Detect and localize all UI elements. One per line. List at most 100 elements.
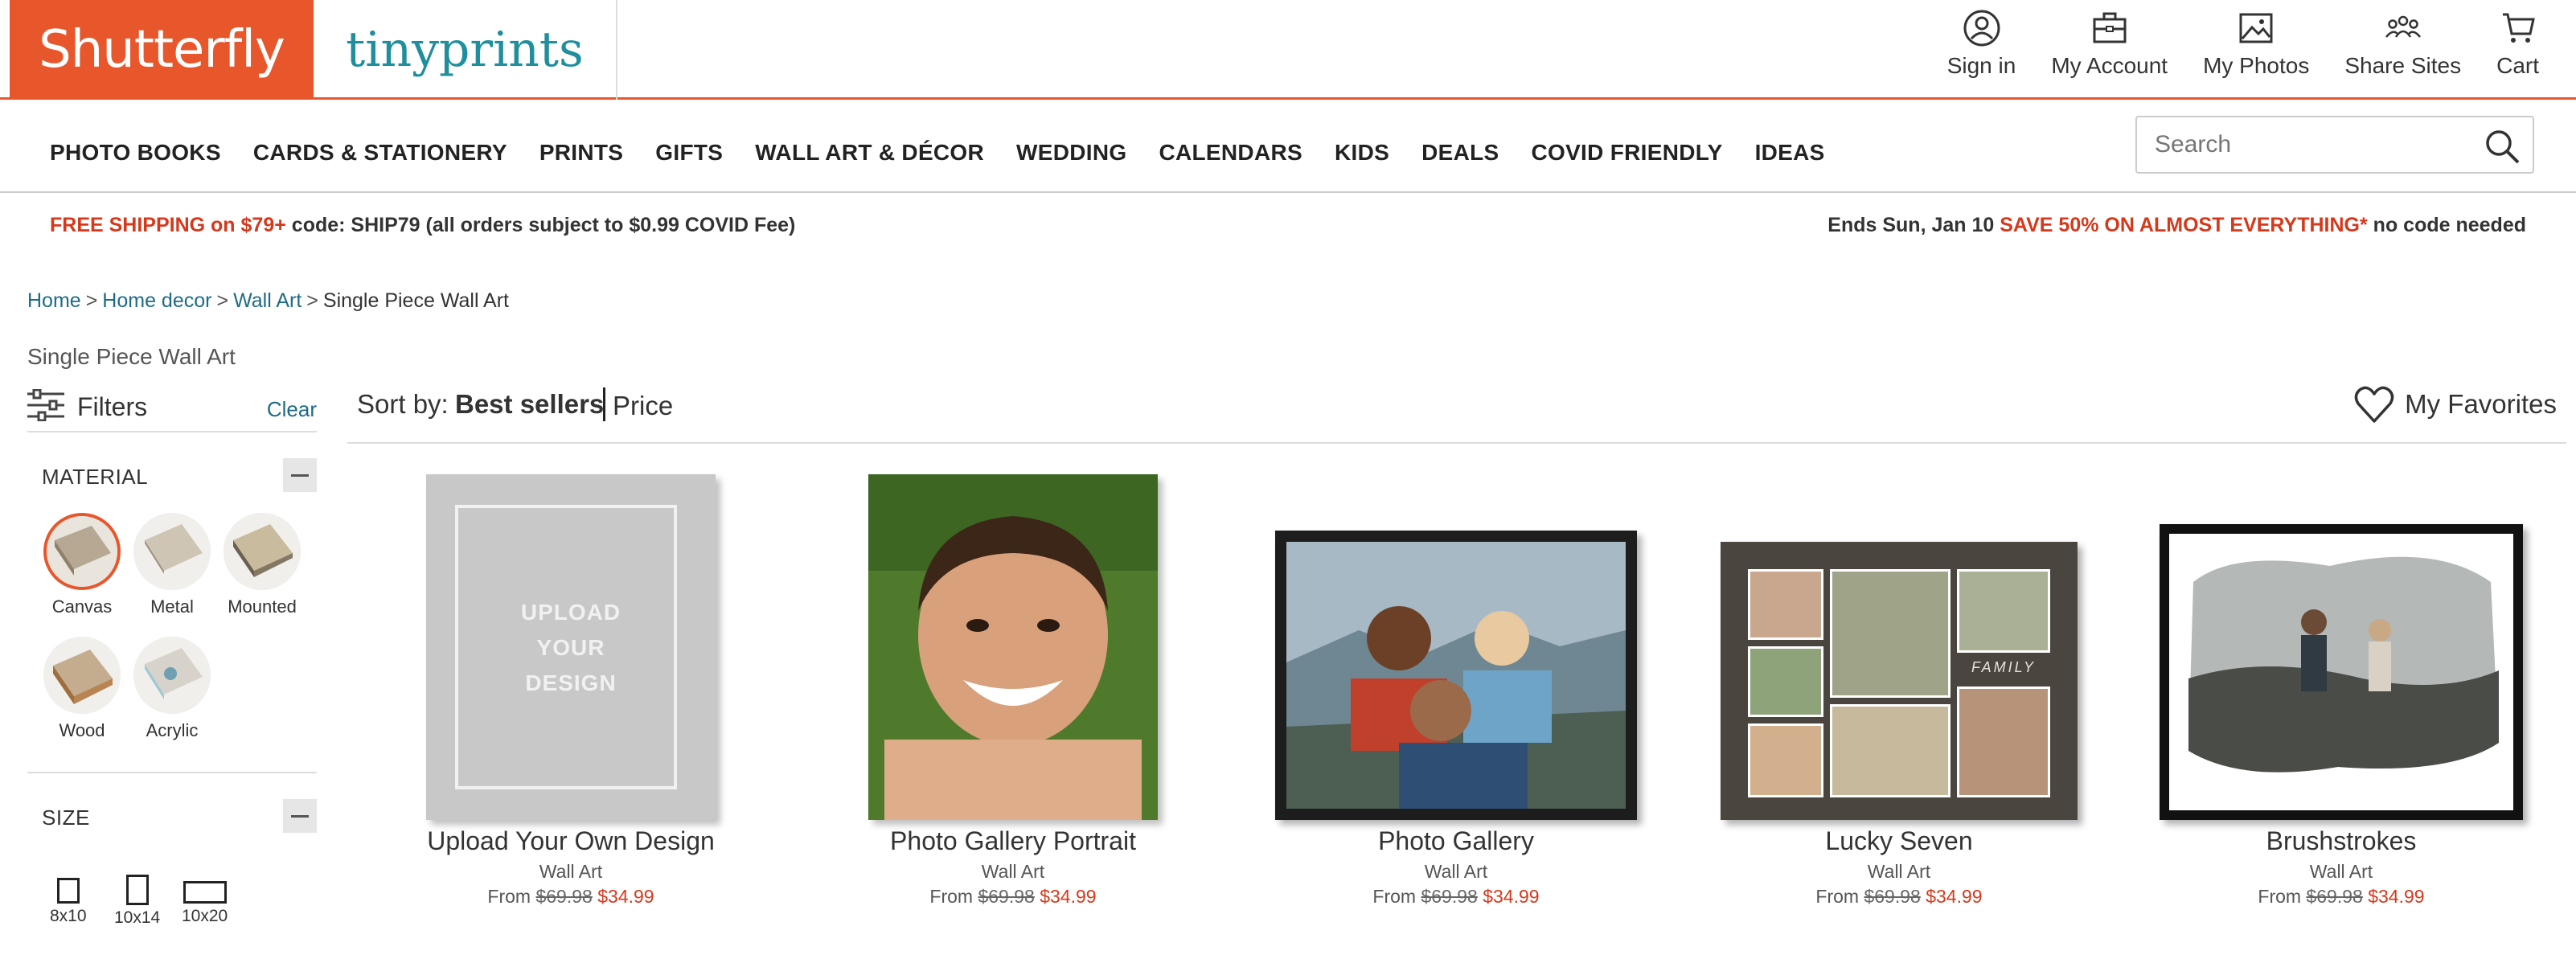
share-sites-link[interactable]: Share Sites: [2327, 8, 2479, 79]
size-10x14-label: 10x14: [114, 908, 161, 927]
shipping-promo[interactable]: FREE SHIPPING on $79+ code: SHIP79 (all …: [50, 214, 795, 237]
acrylic-swatch: [133, 637, 211, 714]
filters-label[interactable]: Filters: [77, 392, 147, 422]
wood-swatch: [43, 637, 121, 714]
cart-link[interactable]: Cart: [2479, 8, 2557, 79]
shutterfly-logo[interactable]: Shutterfly: [10, 0, 314, 100]
nav-gifts[interactable]: GIFTS: [655, 140, 723, 166]
canvas-swatch: [43, 513, 121, 590]
sale-suffix: no code needed: [2367, 214, 2526, 236]
sliders-icon[interactable]: [27, 389, 64, 421]
nav-wedding[interactable]: WEDDING: [1016, 140, 1126, 166]
product-image-link[interactable]: [2132, 450, 2550, 820]
product-name[interactable]: Lucky Seven: [1690, 826, 2108, 856]
original-price: $69.98: [978, 886, 1035, 907]
cart-label: Cart: [2496, 53, 2539, 78]
material-wood[interactable]: Wood: [42, 637, 122, 741]
share-sites-label: Share Sites: [2344, 53, 2462, 78]
material-canvas[interactable]: Canvas: [42, 513, 122, 617]
product-name[interactable]: Photo Gallery Portrait: [804, 826, 1222, 856]
upload-word: UPLOAD: [520, 600, 621, 625]
product-image-link[interactable]: UPLOAD YOUR DESIGN: [362, 450, 780, 820]
nav-cards-stationery[interactable]: CARDS & STATIONERY: [253, 140, 507, 166]
mounted-swatch: [224, 513, 301, 590]
collage-photo: [1748, 723, 1823, 797]
nav-photo-books[interactable]: PHOTO BOOKS: [50, 140, 221, 166]
clear-filters-link[interactable]: Clear: [267, 397, 317, 422]
sort-best-sellers[interactable]: Best sellers: [455, 389, 604, 420]
sort-price[interactable]: Price: [613, 391, 673, 421]
my-account-link[interactable]: My Account: [2033, 8, 2185, 79]
my-photos-label: My Photos: [2203, 53, 2310, 78]
material-metal[interactable]: Metal: [132, 513, 212, 617]
nav-covid-friendly[interactable]: COVID FRIENDLY: [1531, 140, 1722, 166]
nav-kids[interactable]: KIDS: [1335, 140, 1389, 166]
material-acrylic-label: Acrylic: [146, 720, 199, 740]
price-from: From: [2258, 886, 2302, 907]
nav-wall-art-decor[interactable]: WALL ART & DÉCOR: [755, 140, 984, 166]
collage-photo: [1957, 569, 2050, 653]
size-10x20-label: 10x20: [182, 907, 228, 925]
photo-gallery-image: [1275, 531, 1637, 820]
breadcrumb-home-decor[interactable]: Home decor: [102, 289, 211, 312]
size-10x20[interactable]: 10x20: [182, 881, 228, 926]
lucky-seven-image: FAMILY: [1721, 542, 2078, 820]
product-price: From $69.98 $34.99: [1690, 886, 2108, 908]
breadcrumb-separator: >: [216, 289, 229, 312]
size-8x10[interactable]: 8x10: [50, 878, 87, 926]
product-image-link[interactable]: [1247, 450, 1665, 820]
product-image-link[interactable]: [804, 450, 1222, 820]
original-price: $69.98: [1421, 886, 1478, 907]
product-card: Photo Gallery Portrait Wall Art From $69…: [804, 450, 1222, 908]
upload-word: YOUR: [536, 635, 605, 660]
upload-word: DESIGN: [525, 670, 617, 695]
brushstrokes-image: [2160, 524, 2523, 820]
photo-gallery-portrait-image: [868, 474, 1158, 820]
material-collapse-button[interactable]: [283, 458, 317, 492]
material-wood-label: Wood: [59, 720, 105, 740]
sale-end-date: Ends Sun, Jan 10: [1827, 214, 2000, 236]
category-nav: PHOTO BOOKS CARDS & STATIONERY PRINTS GI…: [0, 113, 2576, 193]
material-acrylic[interactable]: Acrylic: [132, 637, 212, 741]
nav-prints[interactable]: PRINTS: [539, 140, 623, 166]
breadcrumb-wall-art[interactable]: Wall Art: [233, 289, 301, 312]
sale-promo[interactable]: Ends Sun, Jan 10 SAVE 50% ON ALMOST EVER…: [1827, 214, 2526, 237]
heart-icon: [2354, 386, 2394, 423]
size-8x10-shape: [56, 878, 80, 904]
product-name[interactable]: Photo Gallery: [1247, 826, 1665, 856]
breadcrumb: Home > Home decor > Wall Art > Single Piece Wa…: [27, 289, 509, 313]
size-10x14-shape: [125, 875, 149, 905]
nav-calendars[interactable]: CALENDARS: [1159, 140, 1302, 166]
sign-in-link[interactable]: Sign in: [1930, 8, 2034, 79]
product-type: Wall Art: [1867, 861, 1931, 882]
size-collapse-button[interactable]: [283, 799, 317, 833]
product-type: Wall Art: [539, 861, 603, 882]
sort-label: Sort by:: [357, 389, 449, 419]
tinyprints-logo[interactable]: tinyprints: [314, 0, 617, 100]
original-price: $69.98: [1864, 886, 1921, 907]
material-label: MATERIAL: [42, 465, 149, 489]
product-name[interactable]: Upload Your Own Design: [362, 826, 780, 856]
collage-caption: FAMILY: [1971, 659, 2037, 675]
breadcrumb-home[interactable]: Home: [27, 289, 81, 312]
my-favorites-link[interactable]: My Favorites: [2353, 384, 2557, 424]
material-mounted[interactable]: Mounted: [222, 513, 302, 617]
product-name[interactable]: Brushstrokes: [2132, 826, 2550, 856]
size-10x20-shape: [183, 881, 227, 904]
price-from: From: [1372, 886, 1417, 907]
material-metal-label: Metal: [150, 596, 194, 617]
size-10x14[interactable]: 10x14: [114, 875, 160, 928]
sort-separator: [603, 387, 605, 421]
collage-photo: [1830, 704, 1950, 797]
nav-ideas[interactable]: IDEAS: [1755, 140, 1825, 166]
my-photos-link[interactable]: My Photos: [2185, 8, 2327, 79]
original-price: $69.98: [535, 886, 593, 907]
search-icon[interactable]: [2483, 127, 2521, 166]
collage-photo: [1748, 569, 1823, 640]
product-image-link[interactable]: FAMILY: [1690, 450, 2108, 820]
nav-deals[interactable]: DEALS: [1421, 140, 1499, 166]
price-from: From: [487, 886, 531, 907]
search-input[interactable]: [2137, 131, 2459, 158]
product-type: Wall Art: [981, 861, 1045, 882]
sale-highlight: SAVE 50% ON ALMOST EVERYTHING*: [2000, 214, 2368, 236]
